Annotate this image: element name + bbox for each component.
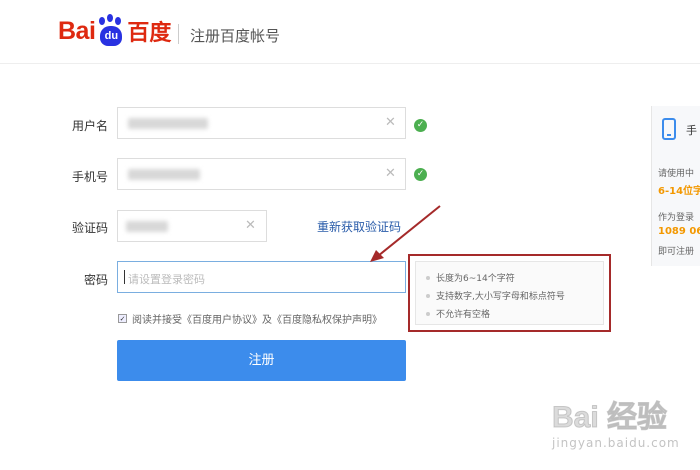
- watermark-url: jingyan.baidu.com: [552, 436, 680, 450]
- panel-text: 即可注册: [658, 247, 695, 257]
- mobile-register-panel: 手 请使用中 6-14位字 作为登录 1089 06 即可注册: [651, 106, 700, 266]
- panel-title: 手: [686, 124, 697, 137]
- panel-highlight: 6-14位字: [658, 186, 700, 197]
- watermark-main: Bai 经验: [551, 401, 668, 435]
- panel-highlight: 1089 06: [658, 226, 700, 237]
- panel-text: 作为登录: [658, 213, 695, 223]
- panel-text: 请使用中: [658, 169, 695, 179]
- phone-icon: [662, 118, 676, 140]
- watermark: Bai 经验 jingyan.baidu.com: [551, 386, 700, 461]
